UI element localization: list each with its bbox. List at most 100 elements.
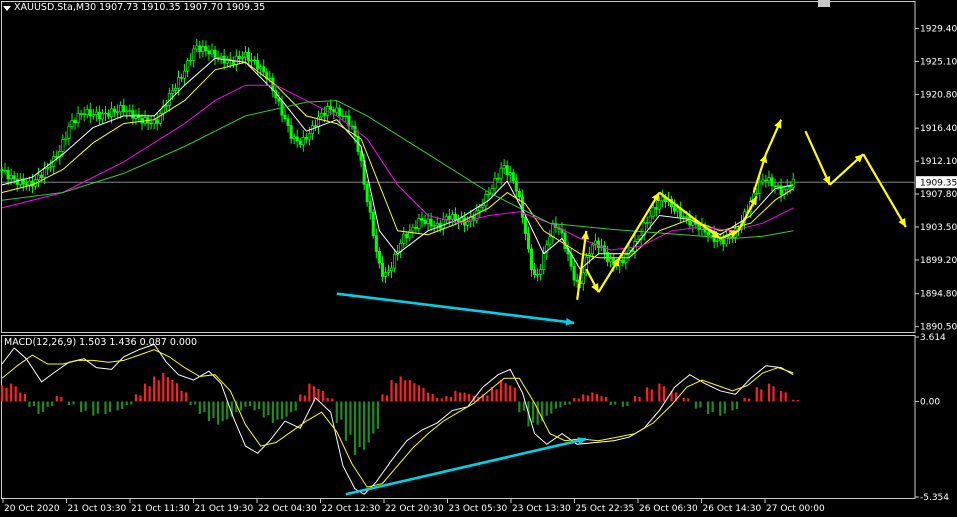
candle-body — [572, 265, 576, 281]
candle-body — [125, 110, 129, 113]
candle-body — [298, 140, 302, 145]
candle-body — [536, 273, 540, 276]
candle-body — [505, 165, 509, 176]
candle-body — [773, 185, 777, 187]
window-control-icon[interactable] — [818, 0, 830, 7]
candle-body — [204, 46, 208, 52]
projection-arrow — [862, 153, 907, 228]
candle-body — [289, 125, 293, 139]
price-tick-label: 1920.80 — [920, 90, 957, 100]
candle-body — [131, 110, 135, 119]
candle-body — [106, 112, 111, 117]
candle-body — [234, 55, 238, 65]
time-tick-label: 26 Oct 06:30 — [639, 504, 698, 514]
candle-body — [788, 185, 792, 188]
candle-body — [523, 217, 528, 234]
candle-body — [186, 60, 190, 72]
candle-body — [359, 151, 363, 161]
candle-body — [85, 109, 89, 116]
candle-body — [575, 279, 579, 282]
symbol-dropdown-icon[interactable] — [3, 6, 11, 11]
price-axis[interactable]: 1929.40 1925.10 1920.80 1916.40 1912.10 1907.… — [915, 25, 957, 333]
time-tick-label: 23 Oct 05:30 — [449, 504, 508, 514]
candle-body — [791, 178, 795, 188]
candle-body — [40, 174, 44, 178]
candle-body — [371, 211, 375, 237]
candle-body — [0, 169, 4, 172]
candle-body — [207, 50, 211, 55]
candle-body — [603, 245, 607, 253]
candle-body — [243, 52, 248, 58]
price-tick-label: 1912.10 — [920, 157, 957, 167]
candle-body — [134, 114, 138, 119]
candle-body — [529, 248, 534, 270]
candle-body — [201, 46, 205, 53]
candle-body — [776, 185, 780, 187]
candle-body — [657, 200, 661, 210]
candle-body — [715, 240, 719, 242]
candle-body — [301, 137, 305, 145]
projection-arrow — [804, 130, 831, 186]
candle-body — [231, 60, 235, 65]
candle-body — [402, 233, 406, 244]
candle-body — [590, 244, 594, 255]
time-tick-label: 21 Oct 11:30 — [131, 504, 190, 514]
candle-body — [691, 221, 695, 226]
candle-body — [128, 110, 132, 112]
candle-body — [82, 113, 86, 116]
macd-signal-line — [1, 349, 794, 488]
candle-body — [484, 193, 488, 207]
macd-chart-area[interactable] — [0, 335, 916, 499]
candle-body — [563, 232, 567, 249]
candle-body — [36, 174, 41, 181]
candle-body — [493, 178, 497, 190]
price-tick-label: 1899.20 — [920, 256, 957, 266]
candle-body — [389, 267, 394, 272]
macd-tick-label: 3.614 — [920, 333, 946, 343]
candle-body — [405, 233, 409, 239]
time-tick-label: 20 Oct 2020 — [4, 504, 60, 514]
candle-body — [149, 122, 153, 125]
candle-body — [764, 179, 768, 182]
price-tick-label: 1929.40 — [920, 25, 957, 35]
symbol-label: XAUUSD.Sta,M30 — [14, 2, 97, 13]
candle-body — [213, 49, 217, 59]
candle-body — [514, 180, 518, 192]
candle-body — [441, 219, 445, 229]
candle-body — [94, 111, 98, 116]
ma-medium-line — [1, 61, 794, 259]
candle-body — [259, 66, 263, 70]
candle-body — [256, 59, 260, 70]
candle-body — [140, 117, 144, 124]
price-chart-area[interactable] — [0, 1, 916, 333]
candle-body — [596, 240, 601, 249]
candle-body — [88, 109, 92, 117]
candle-body — [329, 106, 333, 110]
candle-body — [411, 226, 415, 232]
macd-label: MACD(12,26,9) 1.503 1.436 0.087 0.000 — [4, 337, 198, 348]
candle-body — [6, 170, 10, 180]
candle-body — [323, 112, 327, 116]
candle-body — [100, 113, 104, 120]
candle-body — [377, 251, 381, 264]
candle-body — [119, 105, 123, 113]
candle-body — [487, 193, 491, 196]
macd-line — [1, 343, 794, 495]
time-tick-label: 26 Oct 14:30 — [703, 504, 762, 514]
ohlc-quote: 1907.73 1910.35 1907.70 1909.35 — [99, 2, 266, 13]
candle-body — [517, 190, 521, 198]
candle-body — [137, 114, 141, 119]
candle-body — [67, 125, 71, 139]
candle-body — [542, 252, 546, 270]
chart-canvas: 1929.40 1925.10 1920.80 1916.40 1912.10 1907.… — [0, 1, 957, 514]
price-divergence-arrow — [336, 292, 575, 325]
time-axis[interactable]: 20 Oct 2020 21 Oct 03:30 21 Oct 11:30 21 Oc… — [2, 498, 825, 514]
candle-body — [706, 231, 710, 236]
candle-body — [417, 218, 421, 229]
candle-body — [210, 49, 214, 55]
candle-body — [621, 259, 625, 264]
candle-body — [195, 45, 199, 50]
macd-axis[interactable]: 3.614 0.00 -5.354 — [915, 333, 949, 503]
candle-body — [511, 172, 515, 182]
candle-body — [49, 166, 53, 168]
